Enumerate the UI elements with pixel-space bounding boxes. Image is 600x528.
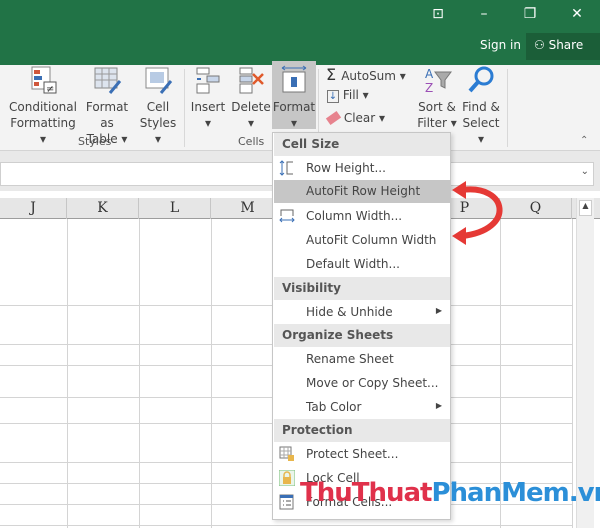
menu-item-autofit-column-width[interactable]: AutoFit Column Width bbox=[274, 229, 450, 252]
format-cells-dialog-icon bbox=[279, 494, 294, 510]
menu-item-row-height[interactable]: Row Height... bbox=[274, 157, 450, 180]
grid-line bbox=[139, 219, 140, 528]
label: Clear ▾ bbox=[343, 111, 386, 125]
label: Format bbox=[272, 100, 316, 114]
svg-text:Z: Z bbox=[425, 81, 433, 95]
label: Fill ▾ bbox=[342, 88, 369, 102]
title-bar: ⊡ – ❐ ✕ Sign in ⚇ Share bbox=[0, 0, 600, 65]
separator bbox=[507, 69, 508, 147]
collapse-ribbon-button[interactable]: ⌃ bbox=[580, 135, 588, 146]
share-label: Share bbox=[548, 38, 584, 52]
label: Insert bbox=[190, 100, 226, 114]
format-cells-icon bbox=[281, 65, 307, 93]
label: Hide & Unhide bbox=[306, 305, 393, 319]
label: Cell bbox=[146, 100, 170, 114]
label: Formatting ▾ bbox=[10, 116, 76, 146]
cells-group-label: Cells bbox=[238, 135, 265, 148]
section-cell-size: Cell Size bbox=[274, 133, 450, 156]
menu-item-move-copy-sheet[interactable]: Move or Copy Sheet... bbox=[274, 372, 450, 395]
conditional-formatting-button[interactable]: ≠ Conditional Formatting ▾ bbox=[8, 65, 78, 147]
insert-button[interactable]: Insert ▾ bbox=[188, 65, 228, 131]
menu-item-hide-unhide[interactable]: Hide & Unhide ▶ bbox=[274, 301, 450, 324]
curved-arrow-annotation bbox=[452, 181, 503, 245]
column-width-icon bbox=[279, 209, 295, 223]
watermark-logo: ThuThuatPhanMem.vn bbox=[300, 478, 600, 508]
label: Delete bbox=[231, 100, 271, 114]
label: Row Height... bbox=[306, 161, 386, 175]
menu-item-column-width[interactable]: Column Width... bbox=[274, 205, 450, 228]
grid-line bbox=[211, 219, 212, 528]
label: AutoFit Row Height bbox=[306, 184, 421, 198]
cell-styles-button[interactable]: Cell Styles ▾ bbox=[136, 65, 180, 147]
grid-line bbox=[0, 525, 572, 526]
sort-filter-icon: AZ bbox=[425, 67, 452, 95]
label: Tab Color bbox=[306, 400, 362, 414]
protect-sheet-icon bbox=[279, 446, 294, 461]
styles-group-label: Styles bbox=[78, 135, 112, 148]
fill-button[interactable]: ↓ Fill ▾ bbox=[327, 88, 369, 103]
eraser-icon bbox=[325, 110, 342, 126]
share-button[interactable]: ⚇ Share bbox=[526, 33, 600, 60]
ribbon-display-options-icon[interactable]: ⊡ bbox=[426, 6, 450, 22]
label: Styles ▾ bbox=[139, 116, 177, 146]
label: AutoSum ▾ bbox=[341, 69, 406, 83]
minimize-button[interactable]: – bbox=[472, 6, 496, 22]
svg-text:≠: ≠ bbox=[46, 84, 54, 95]
label: Column Width... bbox=[306, 209, 403, 223]
menu-item-autofit-row-height[interactable]: AutoFit Row Height bbox=[274, 180, 450, 203]
clear-button[interactable]: Clear ▾ bbox=[325, 110, 386, 126]
delete-cells-icon bbox=[239, 67, 264, 94]
section-organize-sheets: Organize Sheets bbox=[274, 324, 450, 347]
grid-line bbox=[67, 219, 68, 528]
close-button[interactable]: ✕ bbox=[565, 6, 589, 22]
insert-cells-icon bbox=[196, 67, 220, 94]
label: Sort & bbox=[418, 100, 456, 114]
section-visibility: Visibility bbox=[274, 277, 450, 300]
label: Filter ▾ bbox=[417, 116, 457, 130]
caret: ▾ bbox=[204, 116, 212, 130]
label: Format as bbox=[85, 100, 129, 130]
label: Rename Sheet bbox=[306, 352, 394, 366]
label: Conditional bbox=[9, 100, 77, 114]
caret: ▾ bbox=[290, 116, 298, 130]
column-header-k[interactable]: K bbox=[67, 198, 139, 219]
row-height-icon bbox=[279, 160, 293, 176]
menu-item-protect-sheet[interactable]: Protect Sheet... bbox=[274, 443, 450, 466]
find-select-button[interactable]: Find & Select ▾ bbox=[458, 65, 504, 147]
person-icon: ⚇ bbox=[534, 38, 549, 52]
separator bbox=[184, 69, 185, 147]
menu-item-default-width[interactable]: Default Width... bbox=[274, 253, 450, 276]
submenu-arrow-icon: ▶ bbox=[435, 401, 442, 410]
svg-text:A: A bbox=[425, 67, 434, 81]
delete-button[interactable]: Delete ▾ bbox=[230, 65, 272, 131]
scroll-up-arrow[interactable]: ▲ bbox=[579, 200, 592, 216]
label: Default Width... bbox=[306, 257, 400, 271]
submenu-arrow-icon: ▶ bbox=[435, 306, 442, 315]
sigma-icon: Σ bbox=[326, 65, 342, 84]
menu-item-rename-sheet[interactable]: Rename Sheet bbox=[274, 348, 450, 371]
sign-in-link[interactable]: Sign in bbox=[480, 38, 521, 52]
fill-down-icon: ↓ bbox=[327, 90, 339, 103]
lock-icon bbox=[279, 470, 295, 486]
cell-styles-icon bbox=[145, 67, 173, 94]
label: Move or Copy Sheet... bbox=[306, 376, 439, 390]
label: Select ▾ bbox=[462, 116, 500, 146]
label: Protect Sheet... bbox=[306, 447, 399, 461]
caret: ▾ bbox=[247, 116, 255, 130]
conditional-formatting-icon: ≠ bbox=[31, 66, 57, 95]
column-header-l[interactable]: L bbox=[139, 198, 211, 219]
sort-filter-button[interactable]: AZ Sort & Filter ▾ bbox=[414, 65, 460, 131]
magnifier-icon bbox=[468, 66, 494, 93]
format-button[interactable]: Format ▾ bbox=[272, 61, 316, 130]
expand-formula-bar-icon[interactable]: ⌄ bbox=[581, 166, 589, 177]
format-dropdown-menu: Cell Size Row Height... AutoFit Row Heig… bbox=[272, 132, 451, 520]
menu-item-tab-color[interactable]: Tab Color ▶ bbox=[274, 396, 450, 419]
label: Find & bbox=[462, 100, 500, 114]
maximize-button[interactable]: ❐ bbox=[518, 6, 542, 22]
format-as-table-icon bbox=[94, 67, 122, 94]
column-header-j[interactable]: J bbox=[0, 198, 67, 219]
autosum-button[interactable]: Σ AutoSum ▾ bbox=[326, 65, 406, 84]
section-protection: Protection bbox=[274, 419, 450, 442]
label: AutoFit Column Width bbox=[306, 233, 437, 247]
